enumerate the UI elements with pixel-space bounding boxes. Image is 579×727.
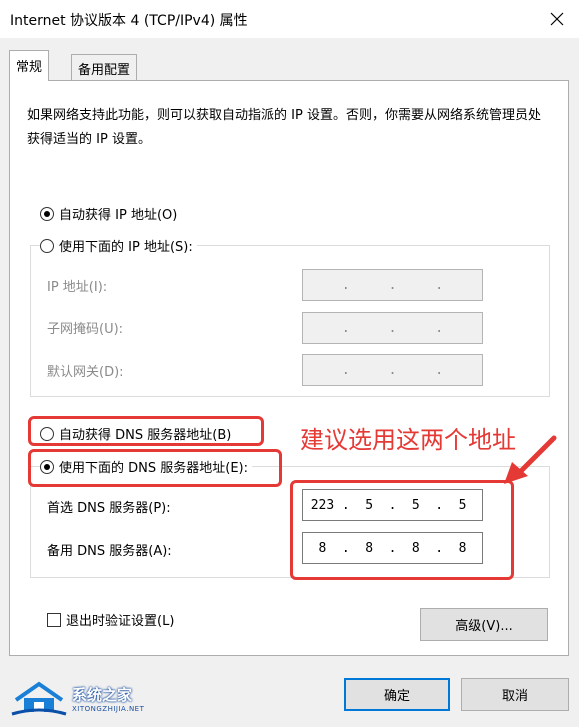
highlight-auto-dns xyxy=(28,416,264,446)
checkbox-box xyxy=(47,612,61,627)
radio-manual-ip[interactable]: 使用下面的 IP 地址(S): xyxy=(40,236,197,255)
default-gateway-label: 默认网关(D): xyxy=(47,365,124,380)
radio-manual-dns[interactable]: 使用下面的 DNS 服务器地址(E): xyxy=(40,457,252,476)
ip-address-field[interactable]: ... xyxy=(302,269,483,301)
ip-address-label: IP 地址(I): xyxy=(47,280,108,295)
watermark-name: 系统之家 xyxy=(72,685,133,704)
tab-general[interactable]: 常规 xyxy=(9,50,50,81)
preferred-dns-label: 首选 DNS 服务器(P): xyxy=(47,501,171,516)
radio-icon xyxy=(40,206,54,221)
validate-on-exit-label: 退出时验证设置(L) xyxy=(66,614,175,629)
radio-manual-dns-label: 使用下面的 DNS 服务器地址(E): xyxy=(59,461,248,476)
alternate-dns-label: 备用 DNS 服务器(A): xyxy=(47,544,172,559)
close-button[interactable] xyxy=(540,4,574,34)
annotation-text: 建议选用这两个地址 xyxy=(300,426,516,454)
description-text: 如果网络支持此功能，则可以获取自动指派的 IP 设置。否则，你需要从网络系统管理… xyxy=(27,108,541,147)
radio-icon xyxy=(40,238,54,253)
subnet-mask-label: 子网掩码(U): xyxy=(47,322,124,337)
title-bar: Internet 协议版本 4 (TCP/IPv4) 属性 xyxy=(0,0,579,38)
radio-auto-ip-label: 自动获得 IP 地址(O) xyxy=(59,208,178,223)
validate-on-exit-checkbox[interactable]: 退出时验证设置(L) xyxy=(47,610,174,629)
window-title: Internet 协议版本 4 (TCP/IPv4) 属性 xyxy=(10,13,248,29)
annotation-arrow-icon xyxy=(504,435,557,484)
default-gateway-field[interactable]: ... xyxy=(302,354,483,386)
radio-manual-ip-label: 使用下面的 IP 地址(S): xyxy=(59,240,193,255)
subnet-mask-field[interactable]: ... xyxy=(302,312,483,344)
watermark-url: XITONGZHIJIA.NET xyxy=(72,704,145,713)
close-icon xyxy=(550,12,564,26)
house-logo-icon xyxy=(11,681,67,716)
highlight-dns-fields xyxy=(290,480,514,580)
tab-alternate-config[interactable]: 备用配置 xyxy=(71,54,138,81)
radio-auto-ip[interactable]: 自动获得 IP 地址(O) xyxy=(40,204,182,223)
advanced-button[interactable]: 高级(V)... xyxy=(420,608,548,641)
watermark-logo: 系统之家 XITONGZHIJIA.NET xyxy=(10,680,144,716)
cancel-button[interactable]: 取消 xyxy=(461,678,569,711)
radio-icon xyxy=(40,459,54,474)
ok-button[interactable]: 确定 xyxy=(344,678,450,711)
